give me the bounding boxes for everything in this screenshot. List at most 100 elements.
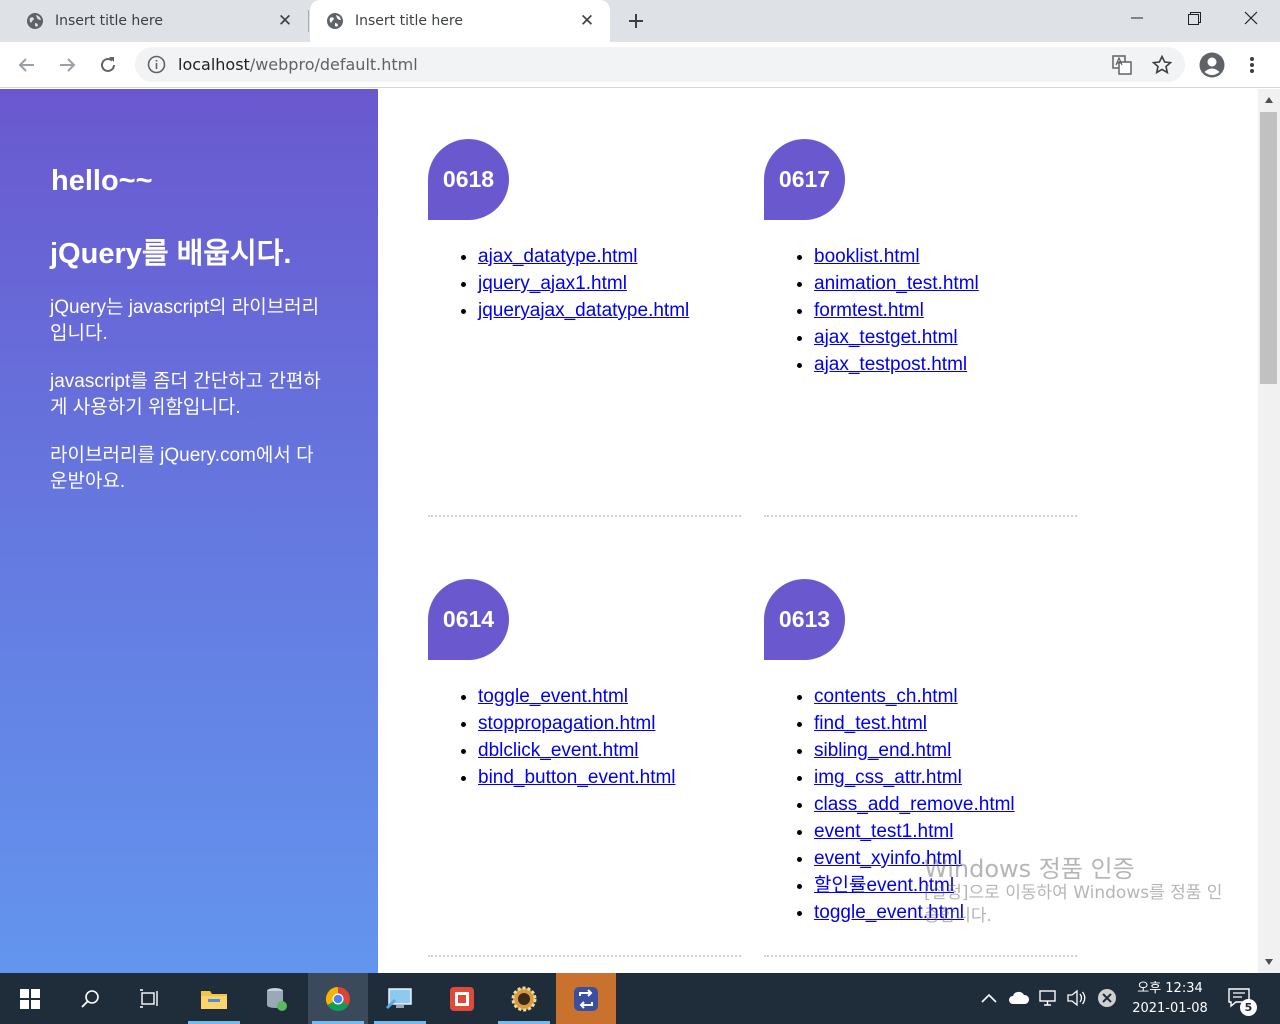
vertical-scrollbar[interactable] xyxy=(1258,89,1280,973)
star-icon[interactable] xyxy=(1151,54,1173,76)
info-icon[interactable] xyxy=(147,55,166,74)
tab-2[interactable]: Insert title here ✕ xyxy=(310,0,610,42)
link-item[interactable]: find_test.html xyxy=(814,713,927,734)
sidebar-paragraph-2: javascript를 좀더 간단하고 간편하게 사용하기 위함입니다. xyxy=(50,371,321,418)
address-bar[interactable]: localhost/webpro/default.html xyxy=(135,47,1185,82)
link-item[interactable]: bind_button_event.html xyxy=(478,767,676,788)
presentation-app-button[interactable] xyxy=(432,973,492,1024)
minimize-button[interactable] xyxy=(1108,0,1166,36)
network-icon[interactable] xyxy=(1038,987,1060,1009)
slides-icon xyxy=(450,986,474,1011)
activation-watermark-text: [설정]으로 이동하여 Windows를 정품 인증합니다. xyxy=(924,883,1223,926)
remote-desktop-button[interactable] xyxy=(370,973,430,1024)
link-item[interactable]: class_add_remove.html xyxy=(814,794,1015,815)
error-circle-icon[interactable] xyxy=(1096,987,1118,1009)
arrow-right-icon xyxy=(60,58,76,72)
link-item[interactable]: ajax_datatype.html xyxy=(478,246,638,267)
close-icon[interactable]: ✕ xyxy=(578,11,596,31)
triangle-up-icon xyxy=(1265,97,1273,103)
tab-title: Insert title here xyxy=(55,13,163,29)
tab-1[interactable]: Insert title here ✕ xyxy=(0,0,308,42)
scroll-down-button[interactable] xyxy=(1258,951,1280,973)
list-item: contents_ch.html xyxy=(814,683,1015,710)
list-item: toggle_event.html xyxy=(478,683,676,710)
link-item[interactable]: animation_test.html xyxy=(814,273,979,294)
list-item: bind_button_event.html xyxy=(478,764,676,791)
restore-button[interactable] xyxy=(1165,0,1223,36)
list-item: sibling_end.html xyxy=(814,737,1015,764)
back-button[interactable] xyxy=(13,51,41,79)
close-icon[interactable]: ✕ xyxy=(276,11,294,31)
list-item: formtest.html xyxy=(814,297,979,324)
system-clock[interactable]: 오후 12:34 2021-01-08 xyxy=(1124,979,1216,1019)
cloud-icon[interactable] xyxy=(1008,987,1030,1009)
new-tab-button[interactable] xyxy=(622,7,650,35)
menu-button[interactable] xyxy=(1238,51,1266,79)
link-item[interactable]: ajax_testget.html xyxy=(814,327,958,348)
date-badge: 0613 xyxy=(764,579,845,660)
clock-date: 2021-01-08 xyxy=(1132,1001,1208,1016)
search-button[interactable] xyxy=(60,973,120,1024)
link-item[interactable]: contents_ch.html xyxy=(814,686,958,707)
scroll-thumb[interactable] xyxy=(1260,112,1277,384)
sidebar-paragraph-3: 라이브러리를 jQuery.com에서 다운받아요. xyxy=(50,445,314,492)
database-icon xyxy=(267,987,287,1011)
list-item: ajax_datatype.html xyxy=(478,243,689,270)
date-badge: 0614 xyxy=(428,579,509,660)
chrome-button[interactable] xyxy=(308,973,368,1024)
tab-strip: Insert title here ✕ Insert title here ✕ xyxy=(0,0,1280,42)
link-item[interactable]: booklist.html xyxy=(814,246,920,267)
minimize-icon xyxy=(1131,17,1143,19)
page-viewport: hello~~ jQuery를 배웁시다. jQuery는 javascript… xyxy=(0,89,1280,973)
account-icon xyxy=(1199,52,1225,78)
start-button[interactable] xyxy=(0,973,60,1024)
link-item[interactable]: toggle_event.html xyxy=(478,686,628,707)
tab-title: Insert title here xyxy=(355,13,463,29)
folder-icon xyxy=(201,990,227,1009)
list-item: ajax_testpost.html xyxy=(814,351,979,378)
globe-icon xyxy=(327,13,343,29)
chevron-up-icon[interactable] xyxy=(978,987,1000,1009)
close-window-button[interactable] xyxy=(1222,0,1280,36)
link-item[interactable]: jqueryajax_datatype.html xyxy=(478,300,689,321)
gear-icon xyxy=(511,986,537,1011)
tab-separator xyxy=(308,10,309,32)
list-item: stoppropagation.html xyxy=(478,710,676,737)
list-item: jqueryajax_datatype.html xyxy=(478,297,689,324)
link-item[interactable]: img_css_attr.html xyxy=(814,767,962,788)
link-item[interactable]: jquery_ajax1.html xyxy=(478,273,627,294)
link-item[interactable]: ajax_testpost.html xyxy=(814,354,967,375)
translate-icon[interactable] xyxy=(1111,54,1133,76)
link-item[interactable]: formtest.html xyxy=(814,300,924,321)
link-item[interactable]: event_test1.html xyxy=(814,821,953,842)
list-item: event_test1.html xyxy=(814,818,1015,845)
list-item: find_test.html xyxy=(814,710,1015,737)
database-app-button[interactable] xyxy=(246,973,306,1024)
link-list: booklist.html animation_test.html formte… xyxy=(814,243,979,378)
windows-logo-icon xyxy=(20,988,40,1009)
scroll-up-button[interactable] xyxy=(1258,89,1280,111)
reload-icon xyxy=(101,57,115,72)
browser-toolbar: localhost/webpro/default.html xyxy=(0,42,1280,88)
reload-button[interactable] xyxy=(94,51,122,79)
url-text[interactable]: localhost/webpro/default.html xyxy=(178,55,418,74)
file-explorer-button[interactable] xyxy=(184,973,244,1024)
list-item: booklist.html xyxy=(814,243,979,270)
task-view-icon xyxy=(140,988,158,1008)
settings-app-button[interactable] xyxy=(494,973,554,1024)
speaker-icon[interactable] xyxy=(1066,987,1088,1009)
link-item[interactable]: dblclick_event.html xyxy=(478,740,639,761)
url-path: /webpro/default.html xyxy=(249,55,418,74)
more-vertical-icon xyxy=(1250,57,1254,73)
sidebar-heading-jquery: jQuery를 배웁시다. xyxy=(50,238,292,270)
task-view-button[interactable] xyxy=(120,973,180,1024)
link-item[interactable]: stoppropagation.html xyxy=(478,713,655,734)
link-list: ajax_datatype.html jquery_ajax1.html jqu… xyxy=(478,243,689,324)
link-item[interactable]: sibling_end.html xyxy=(814,740,951,761)
list-item: class_add_remove.html xyxy=(814,791,1015,818)
triangle-down-icon xyxy=(1265,959,1273,965)
forward-button[interactable] xyxy=(53,51,81,79)
profile-button[interactable] xyxy=(1198,51,1226,79)
date-badge: 0617 xyxy=(764,139,845,220)
sync-app-button[interactable] xyxy=(556,973,616,1024)
